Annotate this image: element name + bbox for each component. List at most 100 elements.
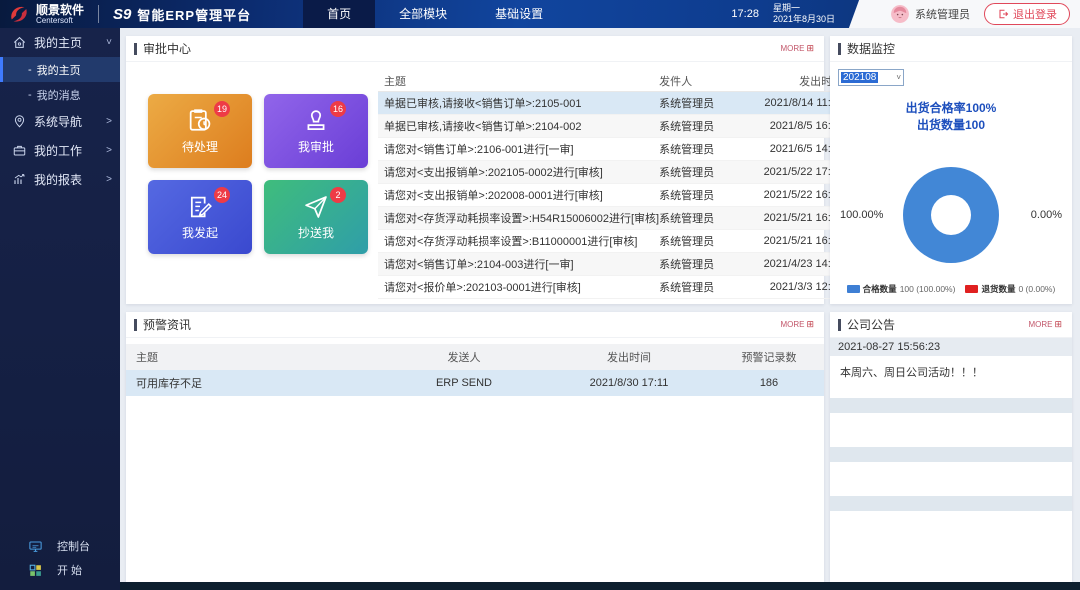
legend-value: 0 (0.00%) [1018, 284, 1055, 294]
table-row[interactable]: 请您对<支出报销单>:202105-0002进行[审核] 系统管理员 2021/… [378, 161, 847, 184]
tile-pending[interactable]: 19 待处理 [148, 94, 252, 168]
sidebar-item-label: 我的报表 [34, 171, 99, 188]
row-subject: 请您对<支出报销单>:202008-0001进行[审核] [378, 187, 659, 203]
table-row[interactable]: 请您对<销售订单>:2104-003进行[一审] 系统管理员 2021/4/23… [378, 253, 847, 276]
alert-table-header: 主题 发送人 发出时间 预警记录数 [126, 344, 824, 370]
sidebar-item-system-nav[interactable]: 系统导航 ˃ [0, 107, 120, 136]
row-sender: 系统管理员 [659, 118, 747, 134]
table-row[interactable]: 请您对<支出报销单>:202008-0001进行[审核] 系统管理员 2021/… [378, 184, 847, 207]
company-notice-panel: 公司公告 MORE ⊞ 2021-08-27 15:56:23 本周六、周日公司… [830, 312, 1072, 582]
notice-text: 本周六、周日公司活动！！！ [830, 356, 1072, 394]
table-row[interactable]: 请您对<销售订单>:2106-001进行[一审] 系统管理员 2021/6/5 … [378, 138, 847, 161]
pass-rate-text: 出货合格率100% [830, 100, 1072, 117]
approval-panel-header: 审批中心 MORE ⊞ [126, 36, 824, 62]
notice-item[interactable]: 2021-08-27 15:56:23 本周六、周日公司活动！！！ [830, 338, 1072, 394]
col-subject: 主题 [378, 73, 659, 89]
donut-ring[interactable] [903, 167, 999, 263]
s9-logo: S9 [113, 6, 131, 23]
sidebar-footer: 控制台 开 始 [0, 534, 120, 582]
legend-swatch-red [965, 285, 978, 293]
map-pin-icon [12, 114, 27, 129]
initiate-count-badge: 24 [214, 187, 230, 203]
col-time: 发出时间 [544, 349, 714, 365]
notice-placeholder [830, 462, 1072, 492]
bottom-taskbar [120, 582, 1080, 590]
donut-chart: 100.00% 0.00% [830, 150, 1072, 280]
chevron-down-icon: ˅ [106, 37, 112, 48]
sidebar-item-label: 我的主页 [34, 34, 99, 51]
subitem-bullet: - [28, 89, 32, 101]
sidebar-subitem-my-home[interactable]: - 我的主页 [0, 57, 120, 82]
notice-placeholder [830, 447, 1072, 462]
alert-row[interactable]: 可用库存不足 ERP SEND 2021/8/30 17:11 186 [126, 370, 824, 396]
tile-my-approvals[interactable]: 16 我审批 [264, 94, 368, 168]
ship-qty-text: 出货数量100 [830, 117, 1072, 134]
approval-body: 19 待处理 16 我审批 24 [126, 62, 824, 303]
period-select[interactable]: 202108 ˅ [838, 69, 904, 86]
notice-date: 2021-08-27 15:56:23 [830, 338, 1072, 356]
row-sender: 系统管理员 [659, 95, 747, 111]
tile-label: 抄送我 [298, 224, 334, 241]
sidebar-item-my-home[interactable]: 我的主页 ˅ [0, 28, 120, 57]
tab-home[interactable]: 首页 [303, 0, 375, 28]
clock: 17:28 [731, 8, 759, 20]
alert-news-panel: 预警资讯 MORE ⊞ 主题 发送人 发出时间 预警记录数 可用库存不足 ERP… [126, 312, 824, 582]
tab-all-modules[interactable]: 全部模块 [375, 0, 471, 28]
company-logo-icon [8, 4, 30, 24]
date-block: 星期一 2021年8月30日 [773, 3, 835, 25]
legend-value: 100 (100.00%) [900, 284, 956, 294]
row-subject: 请您对<存货浮动耗损率设置>:H54R15006002进行[审核] [378, 210, 659, 226]
console-button[interactable]: 控制台 [0, 534, 120, 558]
table-row[interactable]: 请您对<存货浮动耗损率设置>:B11000001进行[审核] 系统管理员 202… [378, 230, 847, 253]
legend-label: 退货数量 [981, 283, 1015, 295]
approval-table: 主题 发件人 发出时间 单据已审核,请接收<销售订单>:2105-001 系统管… [378, 70, 847, 303]
row-sender: 系统管理员 [659, 210, 747, 226]
logout-button[interactable]: 退出登录 [984, 3, 1070, 25]
legend-item-pass: 合格数量 100 (100.00%) [847, 283, 956, 295]
avatar[interactable] [891, 5, 909, 23]
table-row[interactable]: 单据已审核,请接收<销售订单>:2105-001 系统管理员 2021/8/14… [378, 92, 847, 115]
table-row[interactable]: 请您对<存货浮动耗损率设置>:H54R15006002进行[审核] 系统管理员 … [378, 207, 847, 230]
tab-basic-settings[interactable]: 基础设置 [471, 0, 567, 28]
tile-initiated-by-me[interactable]: 24 我发起 [148, 180, 252, 254]
approval-table-area: 主题 发件人 发出时间 单据已审核,请接收<销售订单>:2105-001 系统管… [368, 62, 864, 303]
notice-placeholder [830, 413, 1072, 443]
more-label: MORE [780, 320, 804, 329]
approval-more-button[interactable]: MORE ⊞ [780, 43, 814, 54]
brand-text: 顺景软件 Centersoft [36, 4, 84, 25]
row-subject: 请您对<销售订单>:2106-001进行[一审] [378, 141, 659, 157]
alert-table: 主题 发送人 发出时间 预警记录数 可用库存不足 ERP SEND 2021/8… [126, 344, 824, 396]
notice-panel-header: 公司公告 MORE ⊞ [830, 312, 1072, 338]
tile-cc-to-me[interactable]: 2 抄送我 [264, 180, 368, 254]
panel-accent-bar [838, 319, 841, 331]
alert-sender: ERP SEND [384, 377, 544, 389]
stamp-icon [302, 107, 330, 135]
user-area: 系统管理员 退出登录 [865, 0, 1080, 28]
brand-subtitle: Centersoft [36, 16, 84, 25]
notice-placeholder [830, 496, 1072, 511]
panel-title: 审批中心 [143, 40, 191, 57]
main-nav: 首页 全部模块 基础设置 [303, 0, 567, 28]
table-row[interactable]: 单据已审核,请接收<销售订单>:2104-002 系统管理员 2021/8/5 … [378, 115, 847, 138]
chevron-right-icon: ˃ [106, 174, 112, 185]
more-plus-icon: ⊞ [806, 43, 814, 54]
sidebar-subitem-my-messages[interactable]: - 我的消息 [0, 82, 120, 107]
data-monitor-panel: 数据监控 202108 ˅ 出货合格率100% 出货数量100 100.00% … [830, 36, 1072, 304]
more-label: MORE [1028, 320, 1052, 329]
brand: 顺景软件 Centersoft S9 智能ERP管理平台 [0, 4, 251, 25]
start-button[interactable]: 开 始 [0, 558, 120, 582]
subitem-label: 我的主页 [37, 62, 81, 78]
table-row[interactable]: 请您对<报价单>:202103-0001进行[审核] 系统管理员 2021/3/… [378, 276, 847, 299]
approval-center-panel: 审批中心 MORE ⊞ 19 待处理 16 [126, 36, 824, 304]
brand-name: 顺景软件 [36, 4, 84, 16]
donut-right-label: 0.00% [1031, 209, 1062, 221]
alert-more-button[interactable]: MORE ⊞ [780, 319, 814, 330]
panel-accent-bar [134, 319, 137, 331]
alert-time: 2021/8/30 17:11 [544, 377, 714, 389]
notice-more-button[interactable]: MORE ⊞ [1028, 319, 1062, 330]
sidebar-item-label: 系统导航 [34, 113, 99, 130]
sidebar-item-my-work[interactable]: 我的工作 ˃ [0, 136, 120, 165]
topbar: 顺景软件 Centersoft S9 智能ERP管理平台 首页 全部模块 基础设… [0, 0, 1080, 28]
select-chevron-icon: ˅ [896, 73, 901, 82]
sidebar-item-my-reports[interactable]: 我的报表 ˃ [0, 165, 120, 194]
